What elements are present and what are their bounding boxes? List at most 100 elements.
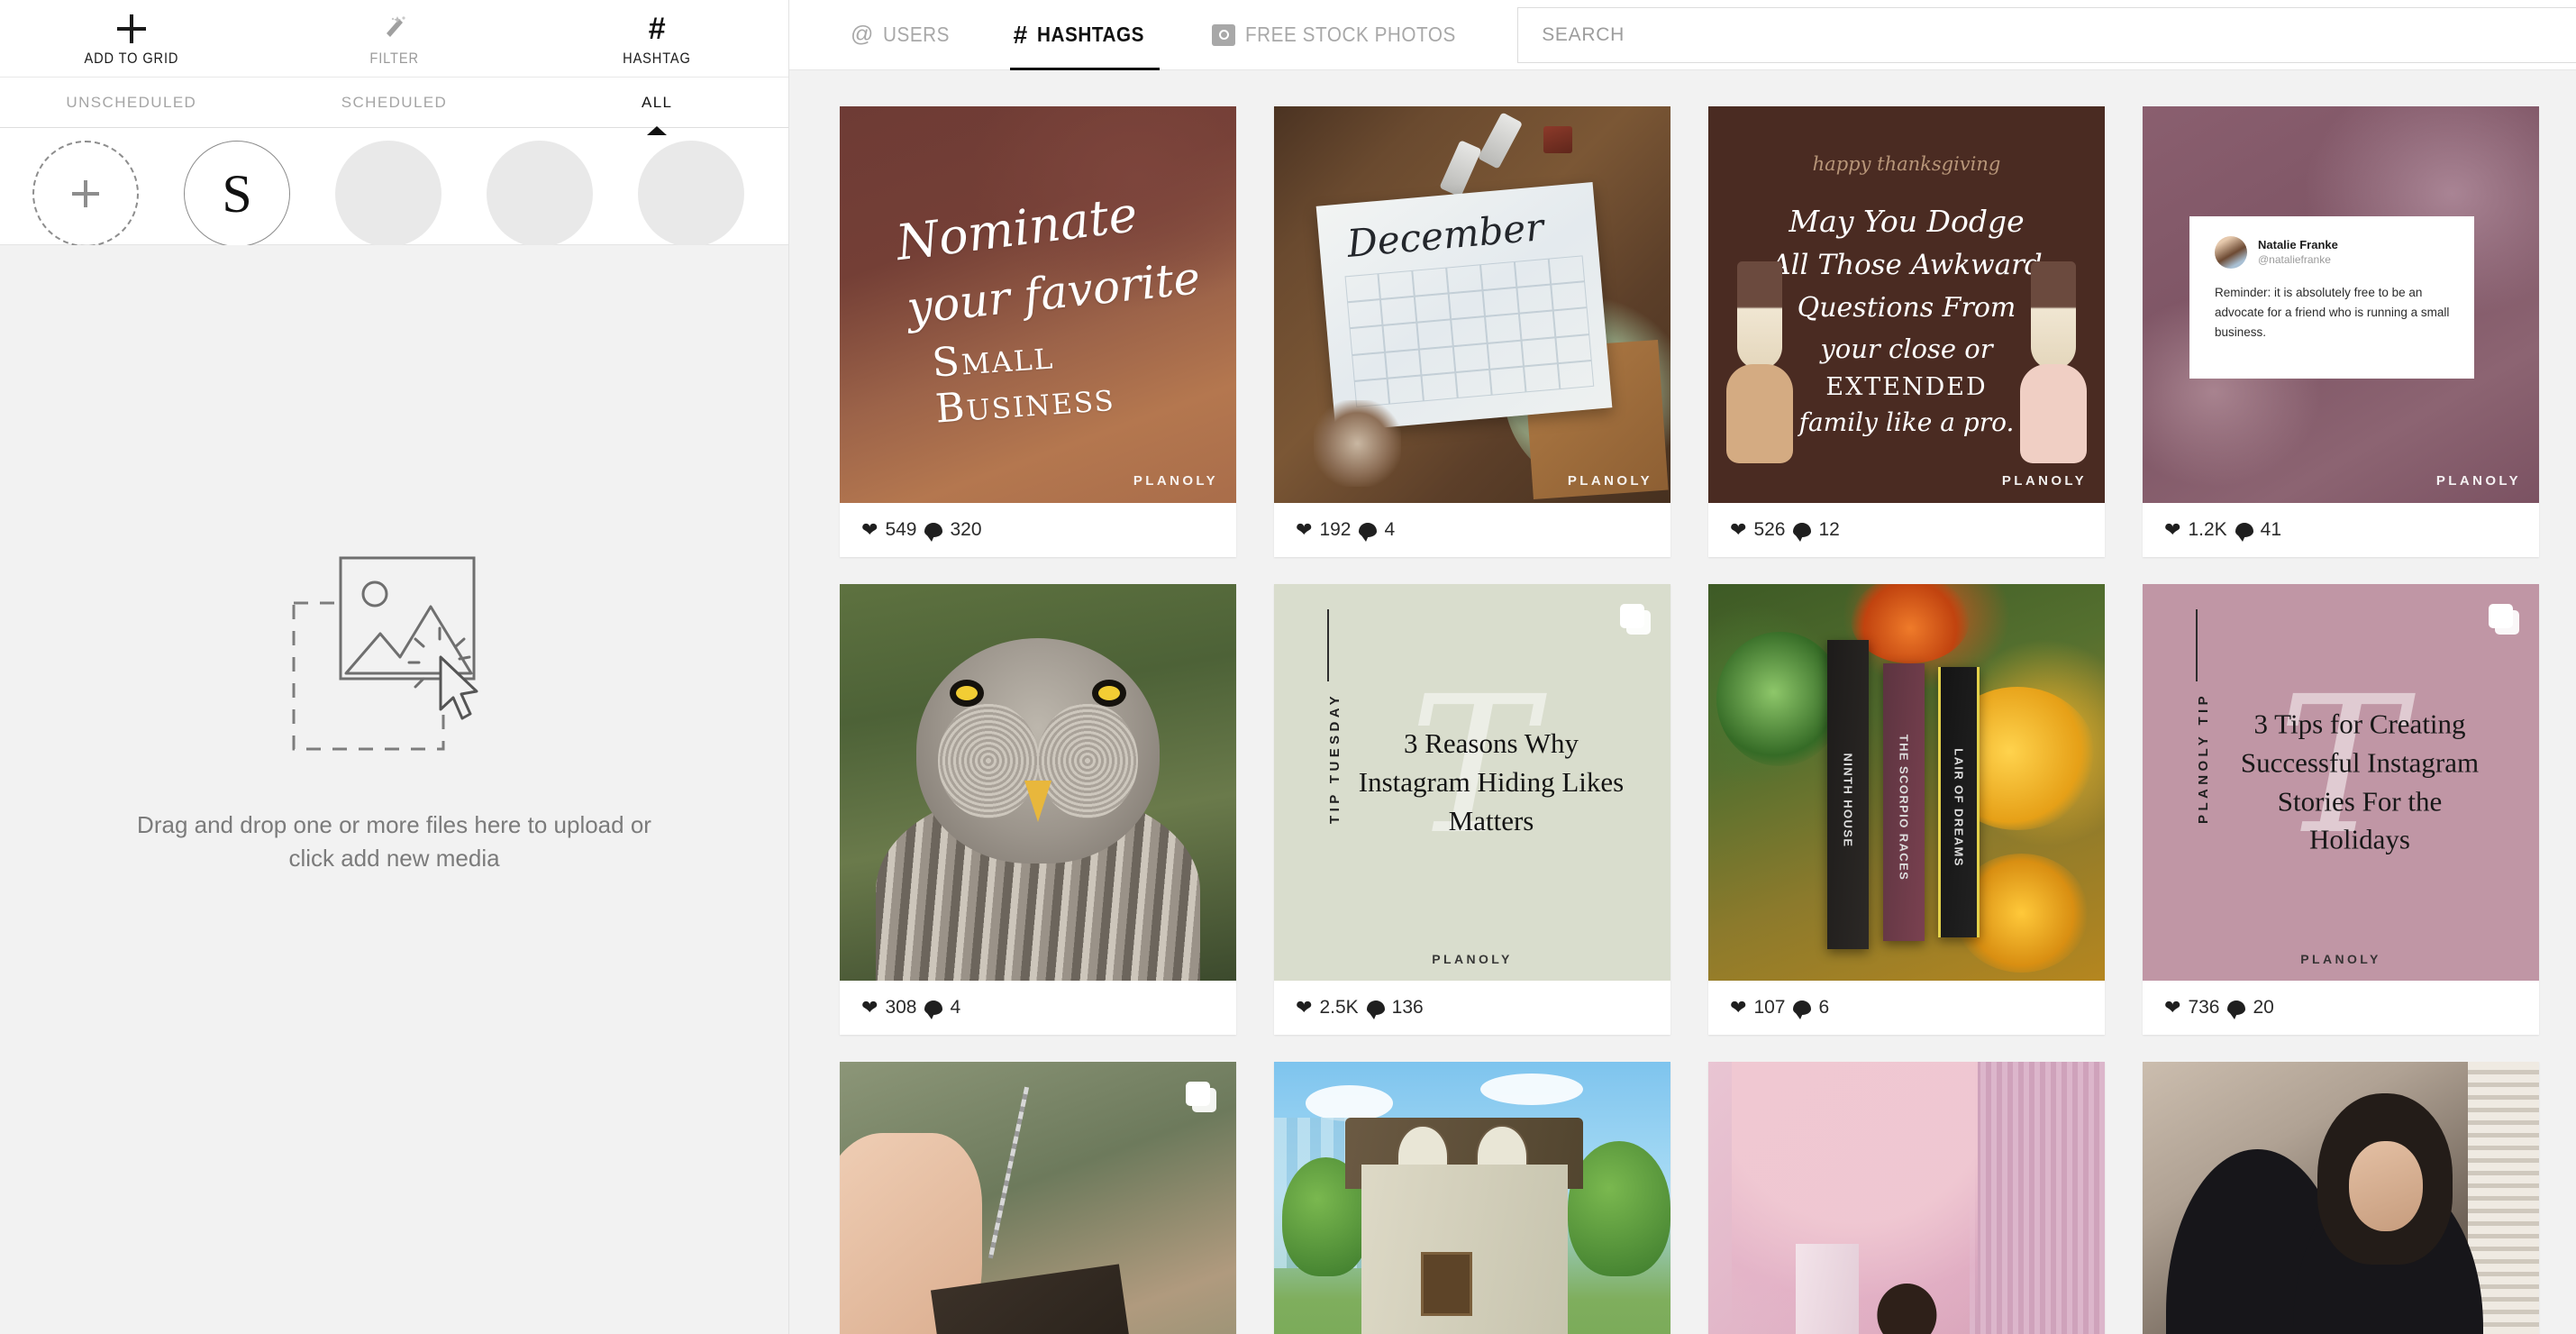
comment-count: 41	[2260, 519, 2281, 540]
post-thumbnail[interactable]	[1274, 1062, 1670, 1334]
tab-all[interactable]: ALL	[525, 93, 788, 135]
tweet-identity: Natalie Franke @nataliefranke	[2258, 238, 2338, 266]
post-card[interactable]: ❤ 308 4	[840, 584, 1236, 1035]
post-thumbnail[interactable]	[1708, 1062, 2105, 1334]
post-stats: ❤ 192 4	[1274, 503, 1670, 557]
planoly-watermark: PLANOLY	[2001, 473, 2087, 489]
story-placeholder-1[interactable]	[321, 141, 456, 247]
post-card[interactable]	[1274, 1062, 1670, 1334]
comment-count: 12	[1818, 519, 1840, 540]
like-count: 308	[885, 997, 917, 1018]
comment-count: 320	[950, 519, 982, 540]
rail: PLANOLY TIP	[2177, 609, 2216, 927]
avatar	[2215, 236, 2247, 269]
post-thumbnail[interactable]: Natalie Franke @nataliefranke Reminder: …	[2143, 106, 2539, 503]
heart-icon: ❤	[861, 996, 878, 1019]
tab-unscheduled-label: UNSCHEDULED	[66, 93, 197, 111]
planoly-watermark: PLANOLY	[1133, 473, 1218, 489]
tweet-body: Reminder: it is absolutely free to be an…	[2215, 286, 2450, 339]
hashtag-icon: #	[1013, 20, 1028, 49]
post-card[interactable]: Natalie Franke @nataliefranke Reminder: …	[2143, 106, 2539, 557]
tab-users[interactable]: @ USERS	[833, 0, 976, 70]
storiesedit-logo-icon: S	[222, 167, 256, 225]
tab-unscheduled[interactable]: UNSCHEDULED	[0, 94, 263, 112]
tab-scheduled[interactable]: SCHEDULED	[263, 94, 526, 112]
dropzone-line-1: Drag and drop one or more files here to …	[137, 811, 651, 839]
hashtag-button[interactable]: # HASHTAG	[525, 4, 788, 78]
post-card[interactable]: NINTH HOUSE THE SCORPIO RACES LAIR OF DR…	[1708, 584, 2105, 1035]
post-thumbnail[interactable]: Nominate your favorite Small Business PL…	[840, 106, 1236, 503]
champagne-glass-left-icon	[1726, 261, 1793, 463]
pedestal-decor	[1795, 1244, 1860, 1334]
plus-icon	[116, 14, 146, 44]
rail-label: PLANOLY TIP	[2196, 692, 2211, 824]
post-thumbnail[interactable]: NINTH HOUSE THE SCORPIO RACES LAIR OF DR…	[1708, 584, 2105, 981]
app-root: ADD TO GRID FILTER # HASHTAG UNSCHEDULED…	[0, 0, 2576, 1334]
book-title: THE SCORPIO RACES	[1897, 734, 1911, 882]
post-text-line-3: Small Business	[930, 332, 1117, 433]
search-input[interactable]	[1542, 23, 2576, 46]
filter-button[interactable]: FILTER	[263, 4, 526, 78]
post-thumbnail[interactable]	[2143, 1062, 2539, 1334]
book-title: NINTH HOUSE	[1841, 753, 1855, 848]
like-stat: ❤ 736	[2164, 997, 2219, 1019]
heart-icon: ❤	[861, 518, 878, 541]
post-card[interactable]: T TIP TUESDAY 3 Reasons Why Instagram Hi…	[1274, 584, 1670, 1035]
magic-wand-icon	[379, 14, 410, 44]
tweet-author-handle: @nataliefranke	[2258, 252, 2331, 266]
tab-free-stock-photos[interactable]: FREE STOCK PHOTOS	[1194, 0, 1497, 70]
comment-count: 20	[2253, 997, 2274, 1018]
like-stat: ❤ 549	[861, 519, 916, 541]
post-card[interactable]: happy thanksgiving May You Dodge All Tho…	[1708, 106, 2105, 557]
story-placeholder-2[interactable]	[472, 141, 607, 247]
comment-icon	[1366, 1000, 1385, 1019]
post-thumbnail[interactable]: December PLANOLY	[1274, 106, 1670, 503]
post-card[interactable]	[2143, 1062, 2539, 1334]
grid-scroll-area[interactable]: Nominate your favorite Small Business PL…	[789, 70, 2576, 1334]
search-container	[1517, 6, 2576, 63]
heart-icon: ❤	[2164, 996, 2181, 1019]
comment-icon	[2235, 523, 2253, 542]
tweet-card: Natalie Franke @nataliefranke Reminder: …	[2189, 216, 2474, 379]
at-icon: @	[851, 22, 874, 47]
planoly-watermark: PLANOLY	[2300, 952, 2381, 966]
tab-hashtags[interactable]: # HASHTAGS	[996, 0, 1175, 70]
post-stats: ❤ 2.5K 136	[1274, 981, 1670, 1035]
chain-decor	[988, 1086, 1029, 1259]
post-thumbnail[interactable]: happy thanksgiving May You Dodge All Tho…	[1708, 106, 2105, 503]
tab-users-label: USERS	[883, 23, 951, 46]
post-thumbnail[interactable]: T TIP TUESDAY 3 Reasons Why Instagram Hi…	[1274, 584, 1670, 981]
add-to-grid-button[interactable]: ADD TO GRID	[0, 4, 263, 78]
active-tab-caret-icon	[647, 125, 668, 135]
post-thumbnail[interactable]: T PLANOLY TIP 3 Tips for Creating Succes…	[2143, 584, 2539, 981]
comment-icon	[1793, 523, 1812, 542]
like-count: 2.5K	[1319, 997, 1359, 1018]
search-box[interactable]	[1517, 6, 2576, 63]
post-thumbnail[interactable]: ।।।	[840, 1062, 1236, 1334]
tab-scheduled-label: SCHEDULED	[341, 93, 448, 111]
post-card[interactable]	[1708, 1062, 2105, 1334]
post-card[interactable]: ।।।	[840, 1062, 1236, 1334]
post-stats: ❤ 308 4	[840, 981, 1236, 1035]
hashtag-icon: #	[648, 12, 666, 46]
post-thumbnail[interactable]	[840, 584, 1236, 981]
like-count: 107	[1753, 997, 1786, 1018]
tweet-header: Natalie Franke @nataliefranke	[2215, 236, 2454, 269]
heart-icon: ❤	[1296, 518, 1313, 541]
post-stats: ❤ 736 20	[2143, 981, 2539, 1035]
post-card[interactable]: T PLANOLY TIP 3 Tips for Creating Succes…	[2143, 584, 2539, 1035]
comment-count: 4	[1384, 519, 1396, 540]
media-dropzone[interactable]: Drag and drop one or more files here to …	[0, 245, 788, 1334]
story-placeholder-3[interactable]	[624, 141, 759, 247]
tab-free-stock-photos-label: FREE STOCK PHOTOS	[1245, 23, 1457, 46]
book-spine: LAIR OF DREAMS	[1938, 667, 1980, 937]
post-card[interactable]: Nominate your favorite Small Business PL…	[840, 106, 1236, 557]
heart-icon: ❤	[1296, 996, 1313, 1019]
top-bar: @ USERS # HASHTAGS FREE STOCK PHOTOS	[789, 0, 2576, 70]
heart-icon: ❤	[2164, 518, 2181, 541]
post-title: 3 Reasons Why Instagram Hiding Likes Mat…	[1358, 726, 1625, 836]
tab-all-label: ALL	[641, 93, 673, 111]
post-card[interactable]: December PLANOLY ❤ 192 4	[1274, 106, 1670, 557]
comment-stat: 20	[2227, 997, 2274, 1019]
add-story-circle	[32, 141, 139, 247]
